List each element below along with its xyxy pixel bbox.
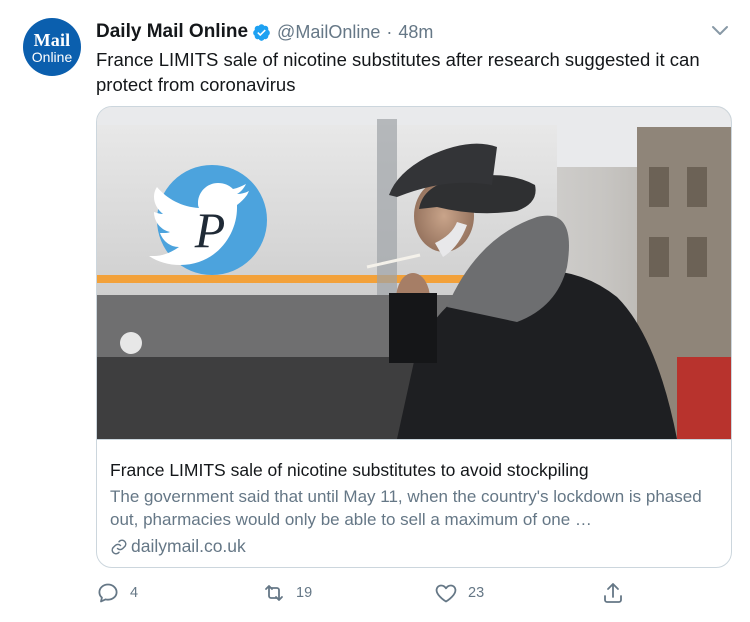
tweet-header: Daily Mail Online @MailOnline · 48m [96,20,433,44]
like-button[interactable]: 23 [434,578,484,608]
avatar[interactable]: Mail Online [23,18,81,76]
reply-icon [98,583,118,603]
retweet-count: 19 [296,585,313,601]
share-icon [604,583,622,603]
reply-button[interactable]: 4 [96,578,138,608]
tweet[interactable]: Mail Online Daily Mail Online @MailOnlin… [0,0,750,622]
link-card[interactable]: P France LIMITS sale of nicotine substit… [96,106,732,568]
card-domain: dailymail.co.uk [110,536,246,557]
retweet-button[interactable]: 19 [262,578,312,608]
card-description: The government said that until May 11, w… [110,487,702,529]
tweet-timestamp[interactable]: 48m [398,22,433,43]
chevron-down-icon[interactable] [708,18,732,42]
card-title: France LIMITS sale of nicotine substitut… [110,460,589,480]
author-handle[interactable]: @MailOnline [277,22,380,43]
overlay-letter: P [194,202,226,258]
verified-icon [253,23,270,41]
author-name[interactable]: Daily Mail Online [96,21,248,43]
separator-dot: · [386,21,393,42]
action-bar: 4 19 23 [96,578,636,608]
card-image[interactable]: P [97,107,731,439]
reply-count: 4 [130,585,139,601]
link-icon [111,539,127,554]
retweet-icon [265,585,283,601]
card-domain-text: dailymail.co.uk [131,536,246,556]
like-icon [435,584,457,603]
card-body[interactable]: France LIMITS sale of nicotine substitut… [97,439,731,567]
like-count: 23 [468,585,485,601]
share-button[interactable] [601,578,635,608]
avatar-line2: Online [31,48,73,65]
tweet-text: France LIMITS sale of nicotine substitut… [96,49,700,95]
avatar-line1: Mail [33,29,71,50]
